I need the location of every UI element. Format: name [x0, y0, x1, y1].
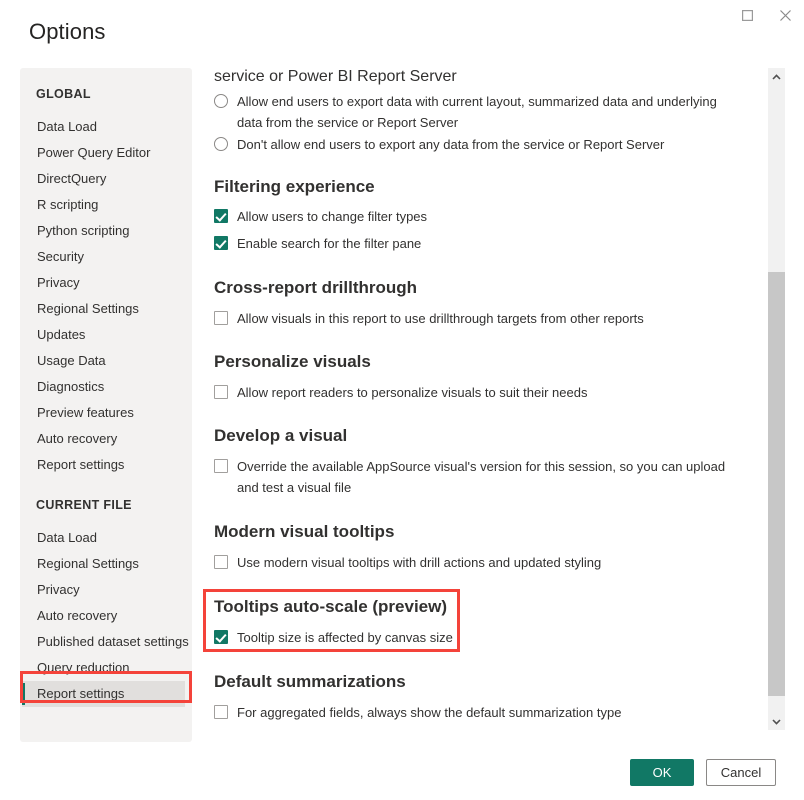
checkbox-label-enable-filter-search: Enable search for the filter pane [237, 233, 742, 254]
section-heading-cross-report-drillthrough: Cross-report drillthrough [214, 278, 417, 298]
checkbox-row-allow-change-filter-types[interactable]: Allow users to change filter types [214, 206, 742, 227]
checkbox-label-allow-change-filter-types: Allow users to change filter types [237, 206, 742, 227]
radio-label-disallow-export: Don't allow end users to export any data… [237, 134, 742, 155]
radio-row-disallow-export[interactable]: Don't allow end users to export any data… [214, 134, 742, 155]
radio-label-allow-export-layout: Allow end users to export data with curr… [237, 91, 742, 133]
checkbox-label-override-appsource-version: Override the available AppSource visual'… [237, 456, 742, 498]
dialog-title: Options [29, 19, 106, 45]
sidebar-item-file-data-load[interactable]: Data Load [20, 525, 192, 551]
content-scrollbar[interactable] [768, 68, 785, 730]
export-partial-text: service or Power BI Report Server [214, 68, 742, 86]
chevron-down-icon[interactable] [768, 713, 785, 730]
sidebar-item-global-usage-data[interactable]: Usage Data [20, 348, 192, 374]
sidebar-item-file-privacy[interactable]: Privacy [20, 577, 192, 603]
section-heading-tooltips-auto-scale: Tooltips auto-scale (preview) [214, 597, 447, 617]
checkbox-row-modern-visual-tooltips[interactable]: Use modern visual tooltips with drill ac… [214, 552, 742, 573]
checkbox-row-allow-drillthrough-targets[interactable]: Allow visuals in this report to use dril… [214, 308, 742, 329]
checkbox-modern-visual-tooltips[interactable] [214, 555, 228, 569]
sidebar-item-file-query-reduction[interactable]: Query reduction [20, 655, 192, 681]
sidebar-item-global-r-scripting[interactable]: R scripting [20, 192, 192, 218]
section-heading-default-summarizations: Default summarizations [214, 672, 406, 692]
section-heading-filtering-experience: Filtering experience [214, 177, 375, 197]
checkbox-label-personalize-visuals: Allow report readers to personalize visu… [237, 382, 742, 403]
checkbox-label-allow-drillthrough-targets: Allow visuals in this report to use dril… [237, 308, 742, 329]
sidebar-item-global-diagnostics[interactable]: Diagnostics [20, 374, 192, 400]
options-content-pane: service or Power BI Report Server Allow … [205, 60, 755, 730]
sidebar-item-global-auto-recovery[interactable]: Auto recovery [20, 426, 192, 452]
sidebar-item-global-power-query-editor[interactable]: Power Query Editor [20, 140, 192, 166]
sidebar-group-current-file-title: CURRENT FILE [20, 498, 192, 512]
sidebar-group-global-title: GLOBAL [20, 87, 192, 101]
close-icon[interactable] [766, 0, 804, 30]
section-heading-modern-visual-tooltips: Modern visual tooltips [214, 522, 394, 542]
chevron-up-icon[interactable] [768, 68, 785, 85]
sidebar-item-file-regional-settings[interactable]: Regional Settings [20, 551, 192, 577]
cancel-button[interactable]: Cancel [706, 759, 776, 786]
sidebar-item-global-updates[interactable]: Updates [20, 322, 192, 348]
scrollbar-thumb[interactable] [768, 272, 785, 696]
sidebar-item-global-preview-features[interactable]: Preview features [20, 400, 192, 426]
options-sidebar: GLOBAL Data Load Power Query Editor Dire… [20, 68, 192, 742]
radio-allow-export-layout[interactable] [214, 94, 228, 108]
checkbox-default-summarization[interactable] [214, 705, 228, 719]
ok-button[interactable]: OK [630, 759, 694, 786]
checkbox-allow-change-filter-types[interactable] [214, 209, 228, 223]
title-bar: Options [0, 0, 804, 32]
sidebar-item-global-regional-settings[interactable]: Regional Settings [20, 296, 192, 322]
section-heading-personalize-visuals: Personalize visuals [214, 352, 371, 372]
checkbox-row-override-appsource-version[interactable]: Override the available AppSource visual'… [214, 456, 742, 498]
checkbox-label-tooltip-size-canvas: Tooltip size is affected by canvas size [237, 627, 742, 648]
maximize-icon[interactable] [728, 0, 766, 30]
radio-row-allow-export-layout[interactable]: Allow end users to export data with curr… [214, 91, 742, 133]
checkbox-row-enable-filter-search[interactable]: Enable search for the filter pane [214, 233, 742, 254]
sidebar-item-global-python-scripting[interactable]: Python scripting [20, 218, 192, 244]
checkbox-allow-drillthrough-targets[interactable] [214, 311, 228, 325]
checkbox-personalize-visuals[interactable] [214, 385, 228, 399]
sidebar-item-global-security[interactable]: Security [20, 244, 192, 270]
checkbox-tooltip-size-canvas[interactable] [214, 630, 228, 644]
dialog-footer: OK Cancel [0, 748, 804, 800]
sidebar-item-file-published-dataset-settings[interactable]: Published dataset settings [20, 629, 192, 655]
window-controls [728, 0, 804, 30]
sidebar-item-global-report-settings[interactable]: Report settings [20, 452, 192, 478]
checkbox-enable-filter-search[interactable] [214, 236, 228, 250]
sidebar-item-global-directquery[interactable]: DirectQuery [20, 166, 192, 192]
section-heading-develop-a-visual: Develop a visual [214, 426, 347, 446]
sidebar-item-global-data-load[interactable]: Data Load [20, 114, 192, 140]
checkbox-row-default-summarization[interactable]: For aggregated fields, always show the d… [214, 702, 742, 723]
sidebar-item-file-report-settings[interactable]: Report settings [22, 681, 185, 707]
sidebar-item-file-auto-recovery[interactable]: Auto recovery [20, 603, 192, 629]
checkbox-label-modern-visual-tooltips: Use modern visual tooltips with drill ac… [237, 552, 742, 573]
radio-disallow-export[interactable] [214, 137, 228, 151]
checkbox-override-appsource-version[interactable] [214, 459, 228, 473]
checkbox-row-tooltip-size-canvas[interactable]: Tooltip size is affected by canvas size [214, 627, 742, 648]
sidebar-item-global-privacy[interactable]: Privacy [20, 270, 192, 296]
checkbox-label-default-summarization: For aggregated fields, always show the d… [237, 702, 742, 723]
checkbox-row-personalize-visuals[interactable]: Allow report readers to personalize visu… [214, 382, 742, 403]
